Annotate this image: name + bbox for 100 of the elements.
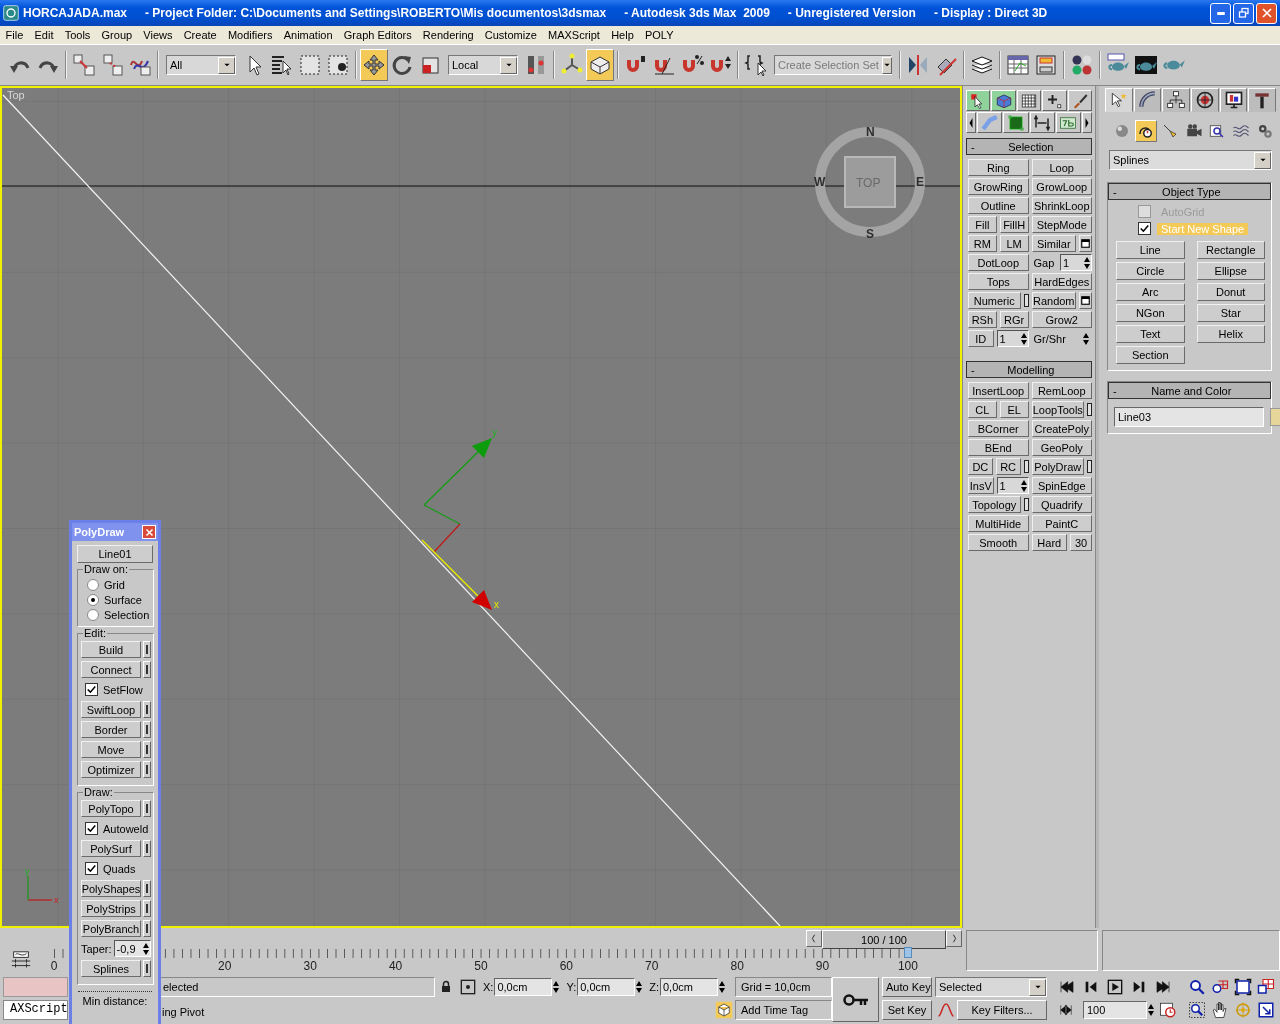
command-button[interactable]: GrowLoop: [1031, 178, 1092, 195]
command-button[interactable]: Hard: [1031, 534, 1067, 551]
command-button[interactable]: PaintC: [1031, 515, 1092, 532]
command-button[interactable]: Donut: [1196, 283, 1265, 301]
rollout-header[interactable]: - Object Type: [1108, 183, 1271, 200]
menu-item[interactable]: Graph Editors: [338, 29, 418, 41]
command-button[interactable]: Splines: [81, 960, 141, 977]
command-button[interactable]: PolySurf: [81, 840, 141, 857]
rollout-header[interactable]: - Modelling: [966, 361, 1092, 378]
command-button[interactable]: LM: [999, 235, 1029, 252]
dropdown[interactable]: Local: [448, 55, 518, 75]
menu-item[interactable]: Help: [605, 29, 640, 41]
coordinate-field[interactable]: 0,0cm: [660, 978, 718, 996]
command-button[interactable]: Circle: [1116, 262, 1185, 280]
command-button[interactable]: Helix: [1196, 325, 1265, 343]
command-button[interactable]: InsertLoop: [968, 382, 1029, 399]
command-button[interactable]: FillH: [999, 216, 1029, 233]
command-button[interactable]: LoopTools: [1031, 401, 1084, 418]
command-button[interactable]: Loop: [1031, 159, 1092, 176]
command-button[interactable]: MultiHide: [968, 515, 1029, 532]
command-button[interactable]: HardEdges: [1031, 273, 1092, 290]
command-button[interactable]: Star: [1196, 304, 1265, 322]
command-button[interactable]: Rectangle: [1196, 241, 1265, 259]
coordinate-field[interactable]: 0,0cm: [494, 978, 553, 996]
command-button[interactable]: Border: [81, 721, 141, 738]
command-button[interactable]: Text: [1116, 325, 1185, 343]
command-button[interactable]: PolyShapes: [81, 880, 141, 897]
command-button[interactable]: RM: [968, 235, 997, 252]
menu-item[interactable]: MAXScript: [542, 29, 606, 41]
command-button[interactable]: PolyBranch: [81, 920, 141, 937]
command-button[interactable]: RGr: [999, 311, 1029, 328]
menu-item[interactable]: Edit: [28, 29, 60, 41]
menu-item[interactable]: Create: [178, 29, 223, 41]
dropdown[interactable]: All: [166, 55, 236, 75]
spinner-field[interactable]: -0,9: [113, 940, 151, 957]
checkbox-label[interactable]: Quads: [103, 862, 136, 875]
command-button[interactable]: Random: [1031, 292, 1076, 309]
command-button[interactable]: BCorner: [968, 420, 1029, 437]
command-button[interactable]: EL: [999, 401, 1029, 418]
command-button[interactable]: Grow2: [1031, 311, 1092, 328]
command-button[interactable]: CreatePoly: [1031, 420, 1092, 437]
command-button[interactable]: PolyDraw: [1031, 458, 1084, 475]
command-button[interactable]: Connect: [81, 661, 141, 678]
command-button[interactable]: Quadrify: [1031, 496, 1092, 513]
radio-label[interactable]: Surface: [104, 593, 142, 606]
command-button[interactable]: DotLoop: [968, 254, 1029, 271]
command-button[interactable]: GrowRing: [968, 178, 1029, 195]
command-button[interactable]: ID: [968, 330, 994, 347]
set-key-button[interactable]: Set Key: [882, 1000, 932, 1020]
menu-item[interactable]: File: [0, 29, 29, 41]
spinner-field[interactable]: 1: [996, 477, 1029, 494]
command-button[interactable]: BEnd: [968, 439, 1029, 456]
command-button[interactable]: Build: [81, 641, 141, 658]
object-button[interactable]: Line01: [77, 545, 153, 563]
frame-field[interactable]: 100: [1083, 1001, 1147, 1019]
spinner-field[interactable]: 1: [996, 330, 1029, 347]
command-button[interactable]: RSh: [968, 311, 997, 328]
menu-item[interactable]: Customize: [479, 29, 543, 41]
command-button[interactable]: ShrinkLoop: [1031, 197, 1092, 214]
time-slider-thumb[interactable]: 100 / 100: [821, 930, 947, 949]
command-button[interactable]: DC: [968, 458, 993, 475]
radio-label[interactable]: Grid: [104, 578, 125, 591]
menu-item[interactable]: POLY: [639, 29, 680, 41]
menu-item[interactable]: Views: [137, 29, 179, 41]
command-button[interactable]: Move: [81, 741, 141, 758]
command-button[interactable]: SwiftLoop: [81, 701, 141, 718]
command-button[interactable]: Topology: [968, 496, 1021, 513]
command-button[interactable]: StepMode: [1031, 216, 1092, 233]
menu-item[interactable]: Animation: [278, 29, 339, 41]
command-button[interactable]: CL: [968, 401, 997, 418]
auto-key-button[interactable]: Auto Key: [882, 977, 932, 997]
command-button[interactable]: Arc: [1116, 283, 1185, 301]
command-button[interactable]: 30: [1070, 534, 1092, 551]
command-button[interactable]: Section: [1116, 346, 1185, 364]
command-button[interactable]: Ellipse: [1196, 262, 1265, 280]
command-button[interactable]: Smooth: [968, 534, 1029, 551]
command-button[interactable]: SpinEdge: [1031, 477, 1092, 494]
command-button[interactable]: Ring: [968, 159, 1029, 176]
command-button[interactable]: PolyTopo: [81, 800, 141, 817]
menu-item[interactable]: Tools: [59, 29, 96, 41]
command-button[interactable]: Outline: [968, 197, 1029, 214]
checkbox-label[interactable]: SetFlow: [103, 683, 143, 696]
script-field[interactable]: AXScript: [3, 1000, 68, 1020]
menu-item[interactable]: Modifiers: [222, 29, 279, 41]
dropdown[interactable]: Splines: [1109, 150, 1272, 170]
menu-item[interactable]: Group: [95, 29, 138, 41]
rollout-header[interactable]: - Selection: [966, 138, 1092, 155]
command-button[interactable]: Optimizer: [81, 761, 141, 778]
command-button[interactable]: Line: [1116, 241, 1185, 259]
command-button[interactable]: NGon: [1116, 304, 1185, 322]
checkbox-label[interactable]: Autoweld: [103, 822, 149, 835]
command-button[interactable]: Numeric: [968, 292, 1021, 309]
radio-label[interactable]: Selection: [104, 608, 150, 621]
key-filters-button[interactable]: Key Filters...: [957, 1000, 1047, 1020]
coordinate-field[interactable]: 0,0cm: [577, 978, 636, 996]
spinner-field[interactable]: 1: [1060, 254, 1092, 271]
command-button[interactable]: InsV: [968, 477, 994, 494]
command-button[interactable]: Fill: [968, 216, 997, 233]
dropdown[interactable]: Selected: [935, 977, 1047, 997]
name-field[interactable]: Line03: [1114, 407, 1264, 427]
